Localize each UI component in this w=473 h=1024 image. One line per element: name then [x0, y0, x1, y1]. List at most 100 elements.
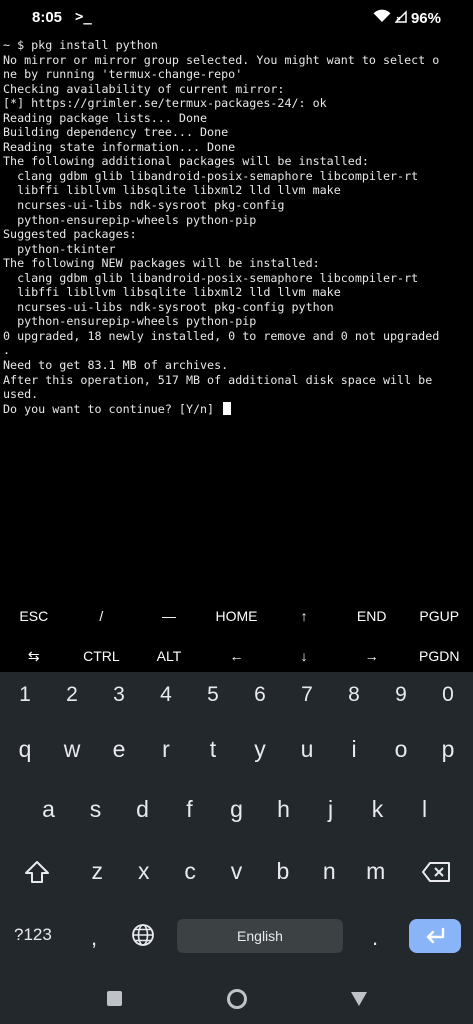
key-r[interactable]: r: [143, 736, 190, 763]
signal-icon: [394, 9, 407, 28]
dash-key[interactable]: —: [135, 608, 203, 624]
extra-keys-row-1: ESC / — HOME ↑ END PGUP: [0, 596, 473, 636]
enter-key[interactable]: [409, 919, 461, 953]
terminal-line: The following NEW packages will be insta…: [3, 256, 320, 271]
key-8[interactable]: 8: [331, 683, 378, 707]
key-p[interactable]: p: [425, 736, 472, 763]
key-e[interactable]: e: [96, 736, 143, 763]
keyboard-row-qwerty: q w e r t y u i o p: [0, 736, 473, 763]
key-k[interactable]: k: [354, 796, 401, 823]
pgup-key[interactable]: PGUP: [405, 608, 473, 624]
terminal-line: After this operation, 517 MB of addition…: [3, 372, 433, 387]
key-i[interactable]: i: [331, 736, 378, 763]
wifi-icon: [373, 9, 391, 28]
terminal-line: python-ensurepip-wheels python-pip: [3, 212, 257, 227]
terminal-line: .: [3, 343, 11, 358]
terminal-line: No mirror or mirror group selected. You …: [3, 52, 440, 67]
back-triangle-icon: [351, 992, 367, 1006]
extra-keys-row-2: ⇆ CTRL ALT ← ↓ → PGDN: [0, 636, 473, 676]
key-u[interactable]: u: [284, 736, 331, 763]
symbols-key[interactable]: ?123: [14, 925, 52, 945]
key-m[interactable]: m: [353, 858, 399, 885]
terminal-line: used.: [3, 387, 39, 402]
terminal-line: python-ensurepip-wheels python-pip: [3, 314, 257, 329]
end-key[interactable]: END: [338, 608, 406, 624]
key-t[interactable]: t: [190, 736, 237, 763]
key-a[interactable]: a: [25, 796, 72, 823]
home-button[interactable]: [227, 989, 247, 1009]
back-button[interactable]: [350, 991, 368, 1012]
key-2[interactable]: 2: [49, 683, 96, 707]
shift-icon: [25, 860, 50, 883]
keyboard-number-row: 1 2 3 4 5 6 7 8 9 0: [0, 683, 473, 707]
key-6[interactable]: 6: [237, 683, 284, 707]
terminal-line: The following additional packages will b…: [3, 154, 369, 169]
language-key[interactable]: [131, 923, 155, 952]
key-v[interactable]: v: [213, 858, 259, 885]
key-z[interactable]: z: [74, 858, 120, 885]
key-q[interactable]: q: [2, 736, 49, 763]
key-n[interactable]: n: [306, 858, 352, 885]
key-c[interactable]: c: [167, 858, 213, 885]
key-y[interactable]: y: [237, 736, 284, 763]
period-key[interactable]: .: [372, 925, 378, 951]
key-1[interactable]: 1: [2, 683, 49, 707]
terminal-line: Building dependency tree... Done: [3, 125, 229, 140]
tab-key[interactable]: ⇆: [0, 648, 68, 665]
key-j[interactable]: j: [307, 796, 354, 823]
key-w[interactable]: w: [49, 736, 96, 763]
terminal-line: libffi libllvm libsqlite libxml2 lld llv…: [3, 285, 341, 300]
right-arrow-key[interactable]: →: [338, 648, 406, 664]
terminal-line: Reading package lists... Done: [3, 110, 208, 125]
shift-key[interactable]: [0, 858, 74, 885]
left-arrow-key[interactable]: ←: [203, 648, 271, 664]
terminal-line: libffi libllvm libsqlite libxml2 lld llv…: [3, 183, 341, 198]
status-icons: 96%: [373, 9, 441, 28]
key-o[interactable]: o: [378, 736, 425, 763]
esc-key[interactable]: ESC: [0, 608, 68, 624]
key-g[interactable]: g: [213, 796, 260, 823]
alt-key[interactable]: ALT: [135, 648, 203, 664]
key-3[interactable]: 3: [96, 683, 143, 707]
key-l[interactable]: l: [401, 796, 448, 823]
up-arrow-key[interactable]: ↑: [270, 608, 338, 624]
terminal-notification-icon: >_: [75, 9, 92, 25]
recents-button[interactable]: [107, 991, 122, 1006]
soft-keyboard: 1 2 3 4 5 6 7 8 9 0 q w e r t y u i o p …: [0, 672, 473, 964]
key-x[interactable]: x: [120, 858, 166, 885]
key-7[interactable]: 7: [284, 683, 331, 707]
key-0[interactable]: 0: [425, 683, 472, 707]
terminal-prompt-line: Do you want to continue? [Y/n]: [3, 401, 471, 417]
down-arrow-key[interactable]: ↓: [270, 648, 338, 664]
battery-percent: 96%: [410, 10, 441, 27]
key-d[interactable]: d: [119, 796, 166, 823]
enter-icon: [426, 927, 445, 944]
space-bar[interactable]: English: [177, 919, 343, 953]
backspace-key[interactable]: [399, 858, 473, 885]
terminal-output[interactable]: ~ $ pkg install python No mirror or mirro…: [3, 38, 471, 598]
status-bar: 8:05 >_ 96%: [0, 0, 473, 36]
key-9[interactable]: 9: [378, 683, 425, 707]
terminal-line: Need to get 83.1 MB of archives.: [3, 358, 229, 373]
key-b[interactable]: b: [260, 858, 306, 885]
key-f[interactable]: f: [166, 796, 213, 823]
key-h[interactable]: h: [260, 796, 307, 823]
slash-key[interactable]: /: [68, 608, 136, 624]
keyboard-row-asdf: a s d f g h j k l: [0, 796, 473, 823]
terminal-line: clang gdbm glib libandroid-posix-semapho…: [3, 168, 419, 183]
terminal-line: clang gdbm glib libandroid-posix-semapho…: [3, 270, 419, 285]
pgdn-key[interactable]: PGDN: [405, 648, 473, 664]
home-key[interactable]: HOME: [203, 608, 271, 624]
terminal-line: Reading state information... Done: [3, 139, 236, 154]
key-5[interactable]: 5: [190, 683, 237, 707]
backspace-icon: [421, 861, 450, 882]
comma-key[interactable]: ,: [91, 925, 97, 951]
terminal-line: ~ $ pkg install python: [3, 38, 158, 52]
key-4[interactable]: 4: [143, 683, 190, 707]
extra-keys-bar: ESC / — HOME ↑ END PGUP ⇆ CTRL ALT ← ↓ →…: [0, 596, 473, 676]
terminal-line: python-tkinter: [3, 241, 116, 256]
ctrl-key[interactable]: CTRL: [68, 648, 136, 664]
terminal-line: Checking availability of current mirror:: [3, 81, 285, 96]
key-s[interactable]: s: [72, 796, 119, 823]
clock: 8:05: [32, 9, 63, 26]
